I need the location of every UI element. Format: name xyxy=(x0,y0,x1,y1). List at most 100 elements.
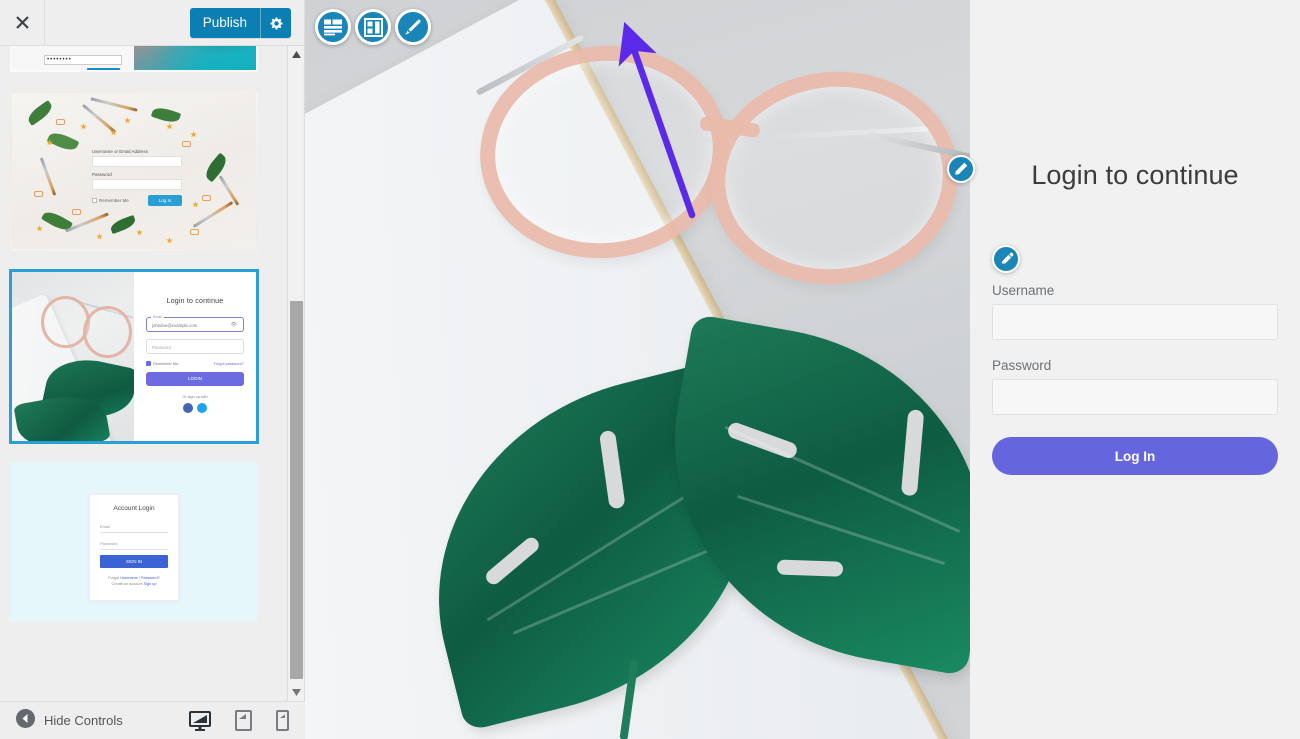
thumb2-password-input xyxy=(92,179,182,190)
thumb4-create-row: Create an account Sign up xyxy=(100,581,168,587)
deco-pencil xyxy=(81,103,117,134)
thumb3-photo xyxy=(12,272,134,441)
deco-star xyxy=(166,237,173,244)
publish-button[interactable]: Publish xyxy=(189,8,260,38)
customizer-header: Publish xyxy=(0,0,304,46)
thumb3-glasses-lens xyxy=(41,295,91,349)
eye-icon: 👁 xyxy=(230,322,237,328)
thumb1-password-field: •••••••• xyxy=(44,55,122,65)
username-input[interactable] xyxy=(992,304,1278,340)
template-thumbnail-list[interactable]: •••••••• Remember Me Log In Lost your pa… xyxy=(0,46,288,701)
thumb2-remember: Remember Me xyxy=(92,198,129,203)
thumb2-form: Username or Email Address Password Remem… xyxy=(92,149,182,206)
desktop-icon[interactable] xyxy=(189,710,211,731)
deco-clip xyxy=(190,229,199,235)
leaf-vein xyxy=(512,549,708,635)
thumb3-password-placeholder: Password xyxy=(152,345,171,350)
password-input[interactable] xyxy=(992,379,1278,415)
thumb1-remember-label: Remember Me xyxy=(44,70,81,72)
columns-layout-icon[interactable] xyxy=(355,9,391,45)
thumb2-submit-button: Log In xyxy=(148,195,182,206)
password-label: Password xyxy=(992,358,1052,373)
deco-clip xyxy=(72,209,81,215)
preview-toolbar xyxy=(315,9,431,45)
thumb4-forgot-link: Username / Password? xyxy=(120,576,160,580)
thumb3-remember-text: Remember Me xyxy=(153,362,179,366)
twitter-icon xyxy=(197,403,207,413)
thumb3-title: Login to continue xyxy=(166,298,224,305)
customizer-panel: Publish •••••••• Remember Me Log In xyxy=(0,0,305,739)
rows-layout-icon[interactable] xyxy=(315,9,351,45)
password-field-group: Password xyxy=(992,358,1278,415)
thumb4-forgot-prefix: Forgot xyxy=(108,576,120,580)
template-thumbnail-4[interactable]: Account Login Email Password SIGN IN For… xyxy=(10,462,258,622)
thumb1-submit-button: Log In xyxy=(87,68,120,70)
deco-star xyxy=(136,229,143,236)
paintbrush-icon[interactable] xyxy=(395,9,431,45)
thumb3-form: Login to continue Email johndoe@example.… xyxy=(134,272,256,441)
thumb1-photo xyxy=(134,46,256,70)
preview-canvas: Login to continue Username Password Log … xyxy=(305,0,1300,739)
leaf-vein xyxy=(736,494,945,565)
leaf-slit xyxy=(900,408,925,497)
deco-star xyxy=(80,123,87,130)
thumb3-username-value: johndoe@example.com xyxy=(152,323,198,328)
chevron-left-circle-icon xyxy=(16,708,35,733)
template-thumbnail-3-selected[interactable]: Login to continue Email johndoe@example.… xyxy=(10,270,258,443)
thumb3-social-icons xyxy=(146,403,244,413)
deco-leaf xyxy=(25,100,55,126)
deco-clip xyxy=(56,119,65,125)
login-hero-photo xyxy=(305,0,970,739)
template-thumbnail-1[interactable]: •••••••• Remember Me Log In Lost your pa… xyxy=(10,46,258,72)
thumb2-password-label: Password xyxy=(92,172,112,177)
username-label: Username xyxy=(992,283,1055,298)
deco-leaf xyxy=(108,214,138,235)
caret-down-icon[interactable] xyxy=(288,684,304,701)
thumb1-remember-text: Remember Me xyxy=(51,70,81,72)
deco-star xyxy=(96,233,103,240)
hide-controls-button[interactable]: Hide Controls xyxy=(0,708,123,733)
deco-leaf xyxy=(150,104,182,126)
thumb4-password-input: Password xyxy=(100,538,168,550)
pencil-icon-edge[interactable] xyxy=(947,155,975,183)
deco-pencil xyxy=(39,157,57,196)
device-preview-group xyxy=(189,710,305,731)
scrollbar-thumb[interactable] xyxy=(290,301,303,679)
log-in-button[interactable]: Log In xyxy=(992,437,1278,475)
login-form-panel: Login to continue Username Password Log … xyxy=(947,0,1300,739)
pencil-icon[interactable] xyxy=(992,245,1020,273)
page-title: Login to continue xyxy=(1031,160,1239,190)
deco-star xyxy=(166,123,173,130)
glasses-lens-right xyxy=(699,59,969,297)
close-icon[interactable] xyxy=(0,0,45,45)
deco-clip xyxy=(182,141,191,147)
facebook-icon xyxy=(183,403,193,413)
deco-clip xyxy=(202,195,211,201)
thumb3-remember: Remember Me xyxy=(146,361,178,366)
thumb3-submit-button: LOGIN xyxy=(146,372,244,386)
leaf-vein xyxy=(724,426,961,534)
thumb2-actions: Remember Me Log In xyxy=(92,195,182,206)
thumb3-forgot-link: Forgot password? xyxy=(213,361,244,366)
customizer-app: Publish •••••••• Remember Me Log In xyxy=(0,0,1300,739)
thumb2-username-input xyxy=(92,156,182,167)
publish-group: Publish xyxy=(189,8,291,38)
deco-leaf xyxy=(202,152,230,183)
thumb3-password-input: Password xyxy=(146,339,244,354)
thumb4-signup-link: Sign up xyxy=(143,582,157,587)
template-thumbnail-2[interactable]: Username or Email Address Password Remem… xyxy=(10,91,258,251)
sidebar-scrollbar[interactable] xyxy=(287,46,304,701)
mobile-icon[interactable] xyxy=(276,710,289,731)
thumb3-social-label: Or sign up with xyxy=(182,395,208,399)
caret-up-icon[interactable] xyxy=(288,46,304,63)
deco-star xyxy=(36,225,43,232)
deco-star xyxy=(124,117,131,124)
thumb1-form-side: •••••••• Remember Me Log In Lost your pa… xyxy=(12,46,134,70)
gear-icon[interactable] xyxy=(260,8,291,38)
thumb4-create-prefix: Create an account xyxy=(111,582,143,587)
tablet-icon[interactable] xyxy=(235,710,252,731)
thumb4-card: Account Login Email Password SIGN IN For… xyxy=(89,494,179,601)
deco-pencil xyxy=(90,97,138,112)
deco-pencil xyxy=(192,201,234,228)
thumb2-username-label: Username or Email Address xyxy=(92,149,149,154)
